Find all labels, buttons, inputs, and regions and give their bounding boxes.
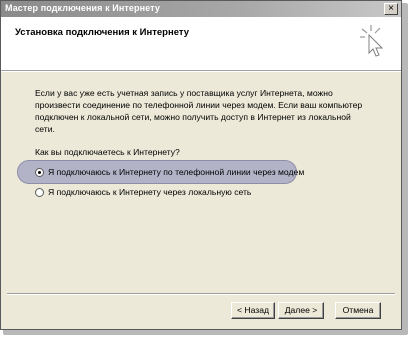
connection-question: Как вы подключаетесь к Интернету? (35, 147, 180, 157)
window-title: Мастер подключения к Интернету (5, 3, 160, 13)
title-bar: Мастер подключения к Интернету × (1, 1, 401, 17)
option-lan-label: Я подключаюсь к Интернету через локальну… (48, 187, 252, 197)
next-button[interactable]: Далее > (278, 302, 324, 319)
footer-divider (7, 293, 395, 295)
option-modem[interactable]: Я подключаюсь к Интернету по телефонной … (35, 167, 304, 177)
wizard-window: Мастер подключения к Интернету × Установ… (0, 0, 402, 330)
description-text: Если у вас уже есть учетная запись у пос… (35, 88, 363, 134)
wizard-header: Установка подключения к Интернету (1, 17, 401, 70)
connection-wizard-icon (360, 25, 384, 57)
option-modem-label: Я подключаюсь к Интернету по телефонной … (48, 167, 305, 177)
header-divider (1, 70, 401, 72)
page-title: Установка подключения к Интернету (15, 27, 190, 38)
radio-modem[interactable] (35, 167, 44, 177)
close-button[interactable]: × (384, 3, 398, 15)
back-button[interactable]: < Назад (231, 302, 275, 319)
radio-lan[interactable] (35, 187, 44, 197)
close-icon: × (388, 3, 394, 14)
cancel-button[interactable]: Отмена (335, 302, 381, 319)
option-lan[interactable]: Я подключаюсь к Интернету через локальну… (35, 187, 251, 197)
